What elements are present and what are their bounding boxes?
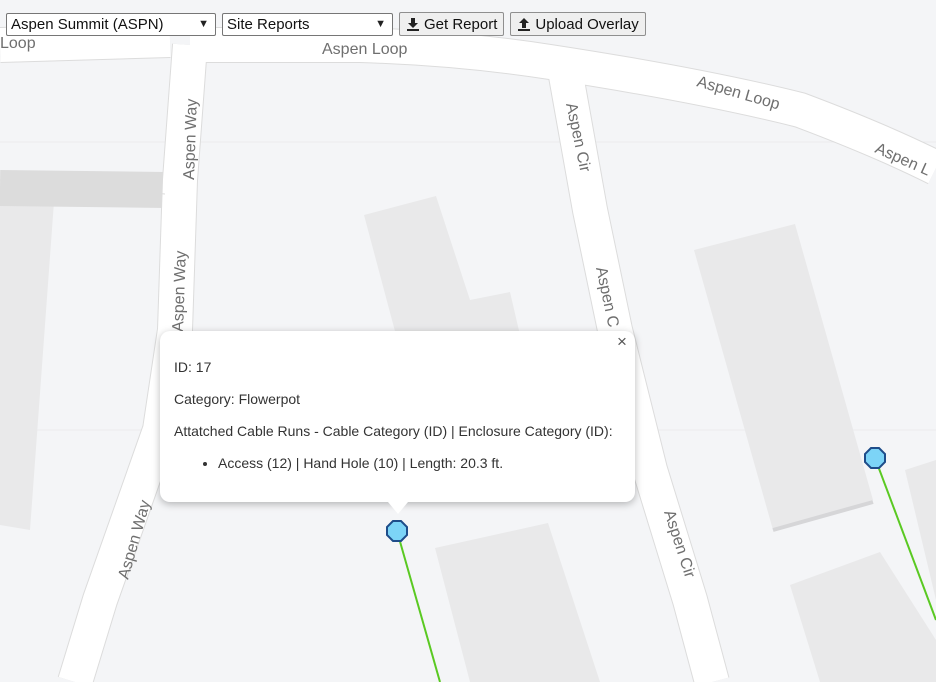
close-icon[interactable]: × (613, 333, 631, 351)
chevron-down-icon: ▼ (375, 18, 386, 30)
upload-overlay-button[interactable]: Upload Overlay (510, 12, 646, 36)
upload-icon (518, 18, 531, 31)
popup-id: ID: 17 (174, 359, 212, 375)
cable-run-list: Access (12) | Hand Hole (10) | Length: 2… (174, 455, 621, 471)
map-toolbar: Aspen Summit (ASPN) ▼ Site Reports ▼ Get… (6, 12, 646, 36)
get-report-button[interactable]: Get Report (399, 12, 505, 36)
road-label-aspen-way: Aspen Way (181, 98, 201, 180)
get-report-label: Get Report (424, 15, 498, 33)
cable-run-item: Access (12) | Hand Hole (10) | Length: 2… (218, 455, 621, 471)
report-select[interactable]: Site Reports ▼ (222, 12, 393, 36)
site-select-value: Aspen Summit (ASPN) (11, 15, 164, 33)
popup-category: Category: Flowerpot (174, 391, 301, 407)
road-label-aspen-loop: Aspen Loop (322, 41, 408, 58)
download-icon (407, 18, 419, 31)
upload-overlay-label: Upload Overlay (535, 15, 639, 33)
enclosure-marker[interactable] (386, 520, 408, 542)
feature-popup: × ID: 17 Category: Flowerpot Attatched C… (160, 331, 635, 514)
popup-tip (388, 502, 408, 514)
popup-attached-header: Attatched Cable Runs - Cable Category (I… (174, 423, 613, 439)
road-label-aspen-way: Aspen Way (170, 250, 190, 332)
chevron-down-icon: ▼ (198, 18, 209, 30)
report-select-value: Site Reports (227, 15, 310, 33)
road-label-loop: Loop (0, 35, 36, 52)
enclosure-marker[interactable] (864, 447, 886, 469)
site-select[interactable]: Aspen Summit (ASPN) ▼ (6, 12, 216, 36)
